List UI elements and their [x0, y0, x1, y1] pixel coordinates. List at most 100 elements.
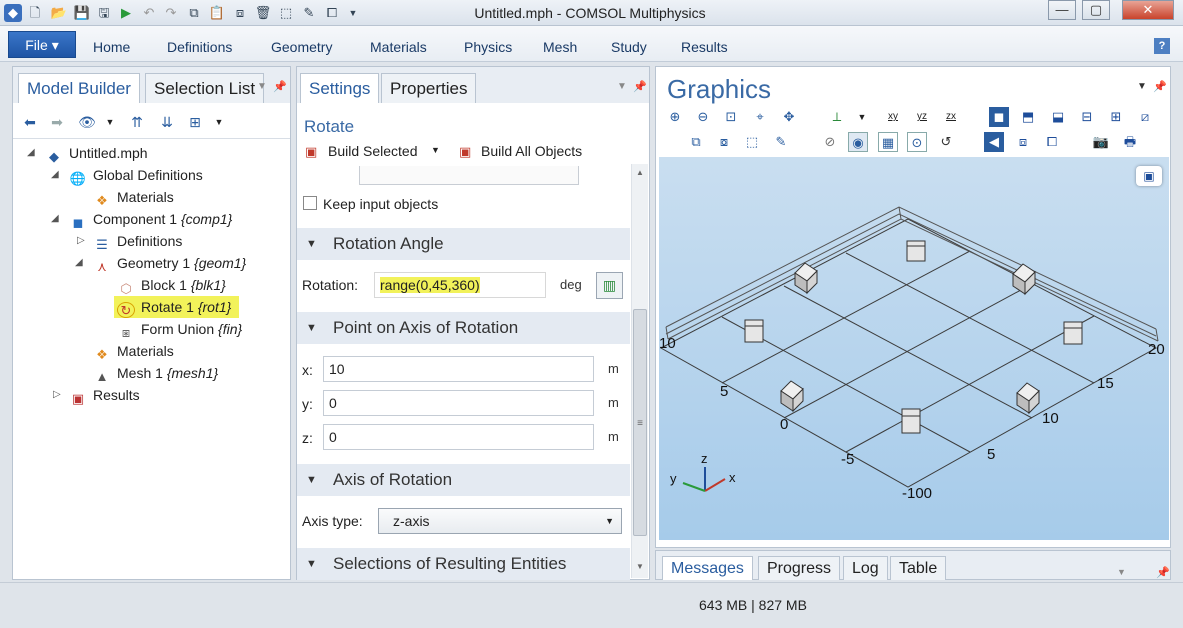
back-icon[interactable]: ⬅ [21, 113, 39, 131]
zoom-extents-icon[interactable]: ✥ [779, 107, 799, 127]
view-xy-icon[interactable]: xy [883, 107, 903, 127]
section-axis-of-rotation[interactable]: ▼ Axis of Rotation [297, 464, 630, 496]
view-zx-icon[interactable]: zx [941, 107, 961, 127]
panel-menu-icon[interactable]: ▼ [1117, 567, 1126, 577]
rotation-field[interactable]: range(0,45,360) [374, 272, 546, 298]
collapse-arrow-icon[interactable]: ◢ [27, 142, 35, 164]
tab-geometry[interactable]: Geometry [271, 39, 332, 55]
select-edges-icon[interactable]: ⊟ [1077, 107, 1097, 127]
tab-properties[interactable]: Properties [381, 73, 477, 103]
settings-scrollbar[interactable]: ▲ ≡ ▼ [631, 164, 648, 578]
x-field[interactable]: 10 [323, 356, 594, 382]
wireframe-icon[interactable]: ◉ [848, 132, 868, 152]
panel-menu-icon[interactable]: ▼ [257, 81, 267, 92]
tree-item-global-materials[interactable]: ❖ Materials [93, 186, 174, 208]
panel-menu-icon[interactable]: ▼ [617, 81, 627, 92]
zoom-selected-icon[interactable]: ⌖ [750, 107, 770, 127]
tab-mesh[interactable]: Mesh [543, 39, 577, 55]
tab-physics[interactable]: Physics [464, 39, 512, 55]
tree-item-form-union[interactable]: ⧆ Form Union {fin} [117, 318, 242, 340]
tab-results[interactable]: Results [681, 39, 728, 55]
tree-item-root[interactable]: ◆ Untitled.mph [45, 142, 148, 164]
forward-icon[interactable]: ➡ [48, 113, 66, 131]
grid-toggle-icon[interactable]: ▦ [878, 132, 898, 152]
pin-icon[interactable]: 📌 [1153, 80, 1167, 93]
minimize-button[interactable]: — [1048, 0, 1076, 20]
hide-icon[interactable]: ⧉ [686, 132, 706, 152]
maximize-button[interactable]: ▢ [1082, 0, 1110, 20]
tree-options-dropdown-icon[interactable]: ▼ [210, 113, 228, 131]
y-field[interactable]: 0 [323, 390, 594, 416]
pin-icon[interactable]: 📌 [633, 80, 647, 93]
view-axis-icon[interactable]: ⟂ [827, 107, 847, 127]
file-menu-button[interactable]: File ▾ [8, 31, 76, 58]
show-icon[interactable]: 👁 [78, 113, 96, 131]
panel-menu-icon[interactable]: ▼ [1137, 81, 1147, 92]
tree-item-block[interactable]: ⬡ Block 1 {blk1} [117, 274, 226, 296]
view-yz-icon[interactable]: yz [912, 107, 932, 127]
select-all-icon[interactable]: ⧄ [1135, 107, 1155, 127]
tree-item-mesh[interactable]: ▲ Mesh 1 {mesh1} [93, 362, 219, 384]
expand-arrow-icon[interactable]: ▷ [53, 384, 61, 406]
zoom-in-icon[interactable]: ⊕ [665, 107, 685, 127]
tree-item-global-definitions[interactable]: 🌐 Global Definitions [69, 164, 203, 186]
z-field[interactable]: 0 [323, 424, 594, 450]
select-box-icon[interactable]: ⬚ [742, 132, 762, 152]
zoom-box-icon[interactable]: ⊡ [721, 107, 741, 127]
tree-item-rotate[interactable]: ↻ Rotate 1 {rot1} [117, 296, 231, 318]
tab-study[interactable]: Study [611, 39, 647, 55]
scroll-thumb[interactable]: ≡ [633, 309, 647, 536]
tree-item-materials[interactable]: ❖ Materials [93, 340, 174, 362]
close-button[interactable]: ✕ [1122, 0, 1174, 20]
tree-item-component[interactable]: ◼ Component 1 {comp1} [69, 208, 233, 230]
axis-toggle-icon[interactable]: ⊙ [907, 132, 927, 152]
tab-progress[interactable]: Progress [758, 556, 841, 580]
show-dropdown-icon[interactable]: ▼ [101, 113, 119, 131]
expand-sections-icon[interactable]: ⇈ [128, 113, 146, 131]
show-all-icon[interactable]: ⧇ [714, 132, 734, 152]
section-rotation-angle[interactable]: ▼ Rotation Angle [297, 228, 630, 260]
transparency-icon[interactable]: ⊘ [820, 132, 840, 152]
collapse-arrow-icon[interactable]: ◢ [51, 208, 59, 230]
pin-icon[interactable]: 📌 [273, 80, 287, 93]
build-selected-button[interactable]: Build Selected [328, 143, 418, 159]
select-objects-icon[interactable]: ◼ [989, 107, 1009, 127]
tree-options-icon[interactable]: ⊞ [186, 113, 204, 131]
keep-input-checkbox[interactable] [303, 196, 317, 210]
render-icon[interactable]: ⧈ [1013, 132, 1033, 152]
selection-list-box[interactable] [359, 166, 579, 185]
camera-icon[interactable]: 📷 [1091, 132, 1111, 152]
tab-definitions[interactable]: Definitions [167, 39, 232, 55]
tab-model-builder[interactable]: Model Builder [18, 73, 140, 103]
help-icon[interactable]: ? [1154, 38, 1170, 54]
tab-messages[interactable]: Messages [662, 556, 753, 580]
pin-icon[interactable]: 📌 [1156, 566, 1170, 579]
collapse-arrow-icon[interactable]: ◢ [51, 164, 59, 186]
clear-selection-icon[interactable]: ✎ [771, 132, 791, 152]
tree-item-definitions[interactable]: ☰ Definitions [93, 230, 182, 252]
graphics-canvas[interactable]: 10 5 0 -5 -100 5 10 15 20 z x y ▣ [659, 157, 1169, 540]
expand-arrow-icon[interactable]: ▷ [77, 230, 85, 252]
collapse-sections-icon[interactable]: ⇊ [158, 113, 176, 131]
build-dropdown-icon[interactable]: ▼ [431, 145, 440, 155]
range-icon[interactable]: ▥ [596, 272, 623, 299]
collapse-arrow-icon[interactable]: ◢ [75, 252, 83, 274]
axis-type-select[interactable]: z-axis ▼ [378, 508, 622, 534]
tab-materials[interactable]: Materials [370, 39, 427, 55]
scene-light-icon[interactable]: ◀ [984, 132, 1004, 152]
section-selections[interactable]: ▼ Selections of Resulting Entities [297, 548, 630, 580]
render-options-icon[interactable]: ⧠ [1042, 132, 1062, 152]
print-icon[interactable]: 🖶 [1120, 132, 1140, 152]
tab-home[interactable]: Home [93, 39, 130, 55]
tab-table[interactable]: Table [890, 556, 947, 580]
build-all-button[interactable]: Build All Objects [481, 143, 582, 159]
select-points-icon[interactable]: ⊞ [1106, 107, 1126, 127]
tree-item-geometry[interactable]: ⋏ Geometry 1 {geom1} [93, 252, 246, 274]
tree-item-results[interactable]: ▣ Results [69, 384, 140, 406]
tab-selection-list[interactable]: Selection List [145, 73, 265, 103]
scroll-down-icon[interactable]: ▼ [636, 562, 644, 571]
view-dropdown-icon[interactable]: ▼ [852, 107, 872, 127]
select-boundaries-icon[interactable]: ⬓ [1048, 107, 1068, 127]
scroll-up-icon[interactable]: ▲ [636, 168, 644, 177]
select-domains-icon[interactable]: ⬒ [1018, 107, 1038, 127]
